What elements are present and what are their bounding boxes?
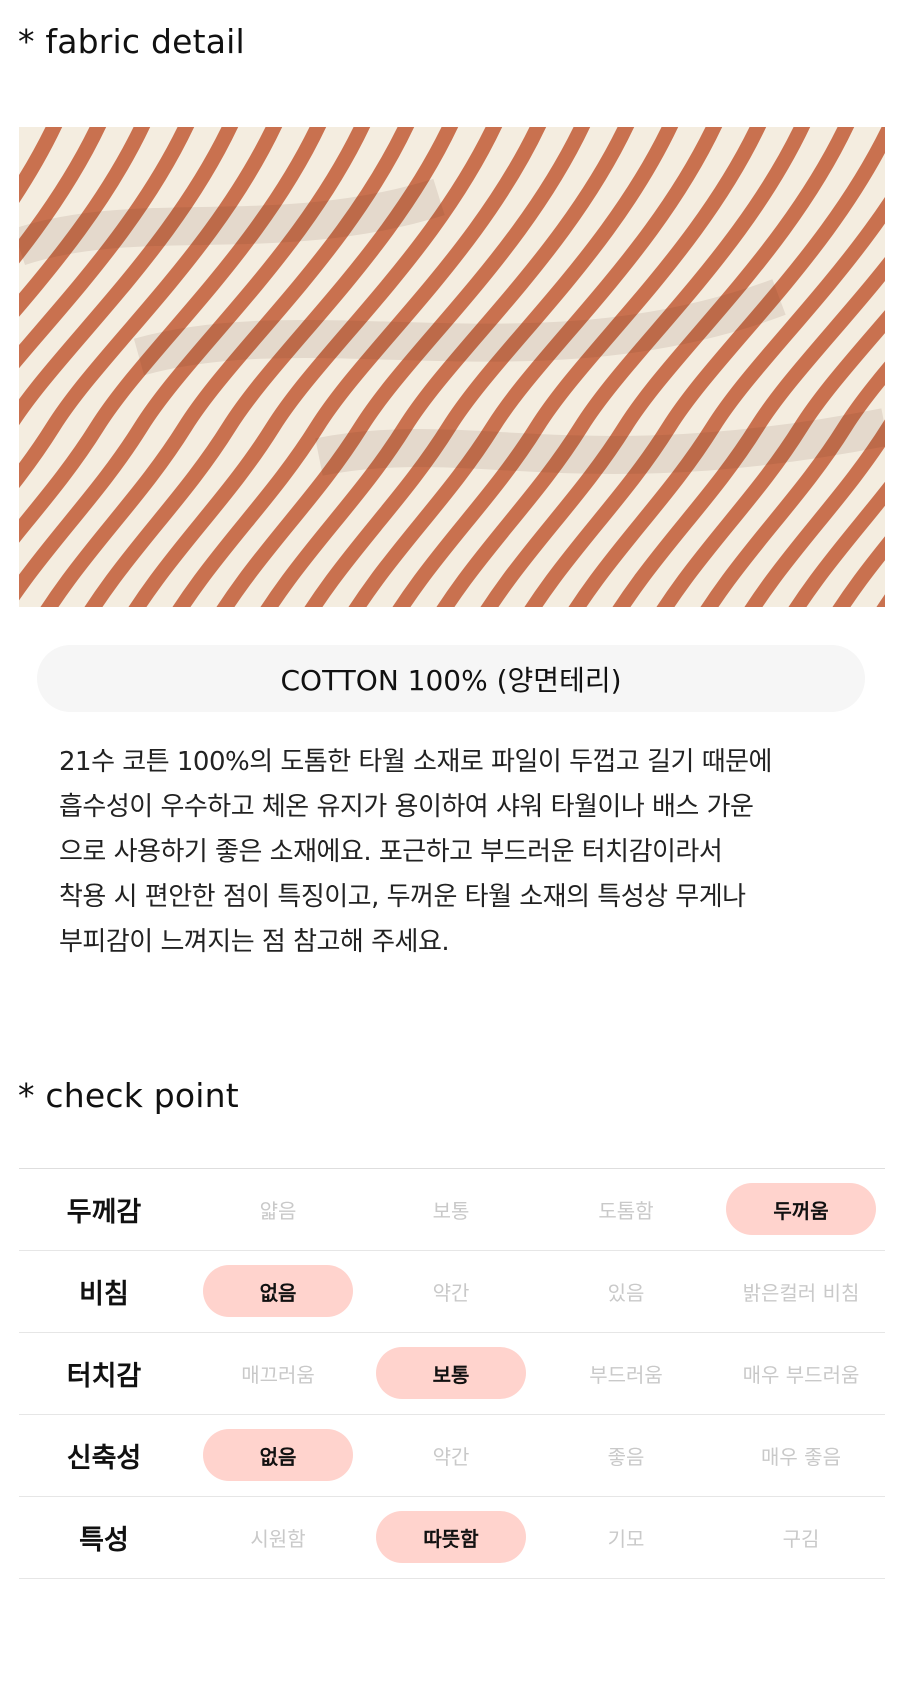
material-label: COTTON 100% (양면테리) xyxy=(37,645,865,712)
row-label: 비침 xyxy=(79,1279,129,1310)
fabric-photo xyxy=(19,127,885,607)
description-line: 흡수성이 우수하고 체온 유지가 용이하여 샤워 타월이나 배스 가운 xyxy=(59,792,754,822)
description-line: 착용 시 편안한 점이 특징이고, 두꺼운 타월 소재의 특성상 무게나 xyxy=(59,882,746,912)
row-label: 신축성 xyxy=(66,1443,142,1474)
description-line: 부피감이 느껴지는 점 참고해 주세요. xyxy=(59,927,450,957)
fabric-description: 21수 코튼 100%의 도톰한 타월 소재로 파일이 두껍고 길기 때문에 흡… xyxy=(59,740,859,965)
option-chip: 있음 xyxy=(607,1280,645,1305)
option-chip: 얇음 xyxy=(259,1198,297,1223)
check-point-title: * check point xyxy=(18,1076,239,1115)
option-chip: 약간 xyxy=(432,1444,470,1469)
check-row-touch: 터치감 매끄러움 보통 부드러움 매우 부드러움 xyxy=(19,1333,885,1415)
check-row-thickness: 두께감 얇음 보통 도톰함 두꺼움 xyxy=(19,1169,885,1251)
option-chip: 기모 xyxy=(607,1526,645,1551)
row-label: 두께감 xyxy=(66,1197,142,1228)
check-point-table: 두께감 얇음 보통 도톰함 두꺼움 비침 없음 약간 있음 밝은컬러 비침 터치… xyxy=(19,1168,885,1579)
row-label: 특성 xyxy=(79,1525,129,1556)
option-chip: 매우 부드러움 xyxy=(742,1362,860,1387)
option-chip: 따뜻함 xyxy=(376,1511,526,1563)
option-chip: 보통 xyxy=(432,1198,470,1223)
option-chip: 약간 xyxy=(432,1280,470,1305)
option-chip: 구김 xyxy=(782,1526,820,1551)
check-row-stretch: 신축성 없음 약간 좋음 매우 좋음 xyxy=(19,1415,885,1497)
option-chip: 밝은컬러 비침 xyxy=(742,1280,860,1305)
option-chip: 좋음 xyxy=(607,1444,645,1469)
option-chip: 없음 xyxy=(203,1429,353,1481)
description-line: 으로 사용하기 좋은 소재에요. 포근하고 부드러운 터치감이라서 xyxy=(59,837,723,867)
check-row-sheerness: 비침 없음 약간 있음 밝은컬러 비침 xyxy=(19,1251,885,1333)
option-chip: 보통 xyxy=(376,1347,526,1399)
option-chip: 없음 xyxy=(203,1265,353,1317)
fabric-stripes-image xyxy=(19,127,885,607)
option-chip: 매끄러움 xyxy=(241,1362,315,1387)
option-chip: 두꺼움 xyxy=(726,1183,876,1235)
fabric-detail-title: * fabric detail xyxy=(18,22,245,61)
option-chip: 도톰함 xyxy=(598,1198,654,1223)
row-label: 터치감 xyxy=(66,1361,142,1392)
option-chip: 부드러움 xyxy=(589,1362,663,1387)
description-line: 21수 코튼 100%의 도톰한 타월 소재로 파일이 두껍고 길기 때문에 xyxy=(59,747,772,777)
check-row-feature: 특성 시원함 따뜻함 기모 구김 xyxy=(19,1497,885,1579)
option-chip: 매우 좋음 xyxy=(761,1444,841,1469)
option-chip: 시원함 xyxy=(250,1526,306,1551)
